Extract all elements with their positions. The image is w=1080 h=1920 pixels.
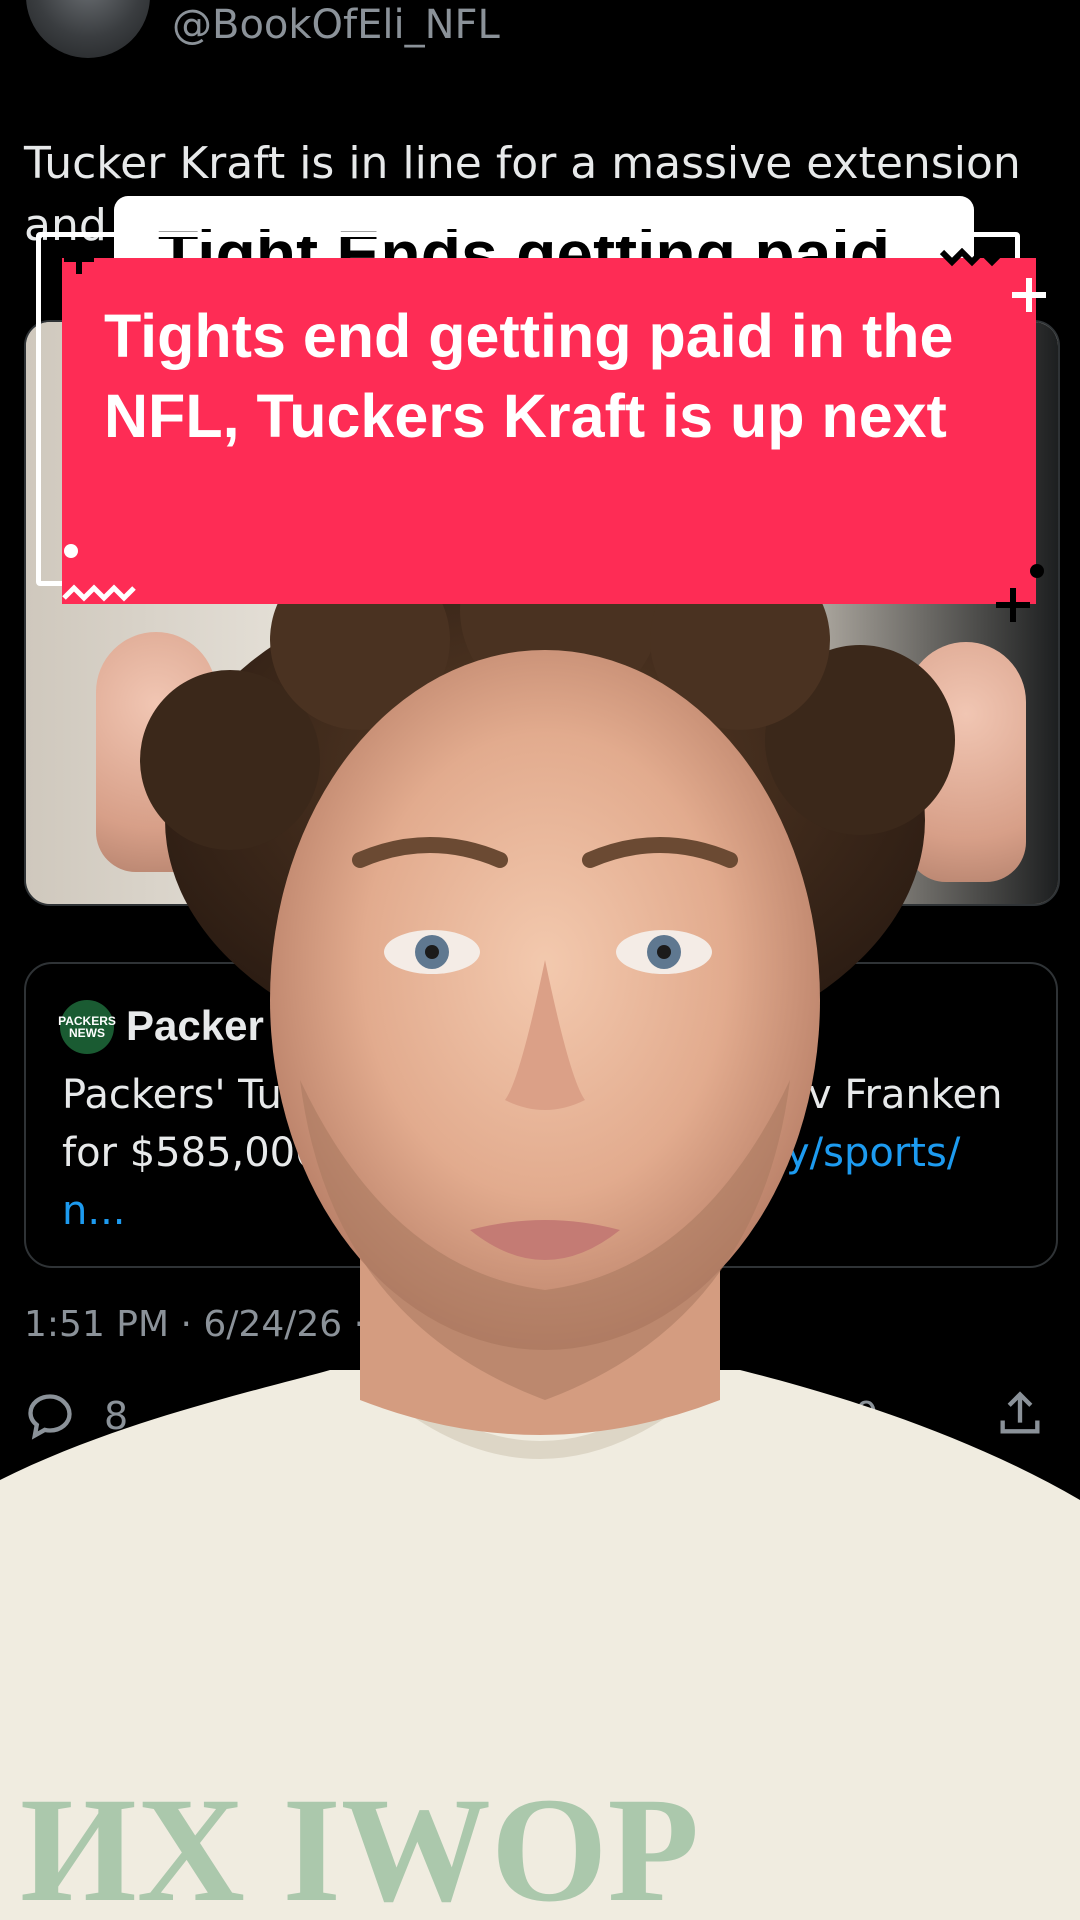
plus-decoration [1012, 278, 1046, 312]
dot-decoration [1030, 564, 1044, 578]
caption-text: Tights end getting paid in the NFL, Tuck… [104, 302, 954, 450]
svg-text:ИX IWOP: ИX IWOP [20, 1767, 699, 1920]
zigzag-decoration [62, 584, 136, 602]
plus-decoration [64, 244, 94, 274]
zigzag-decoration [939, 248, 1005, 267]
plus-decoration [996, 588, 1030, 622]
dot-decoration [64, 544, 78, 558]
